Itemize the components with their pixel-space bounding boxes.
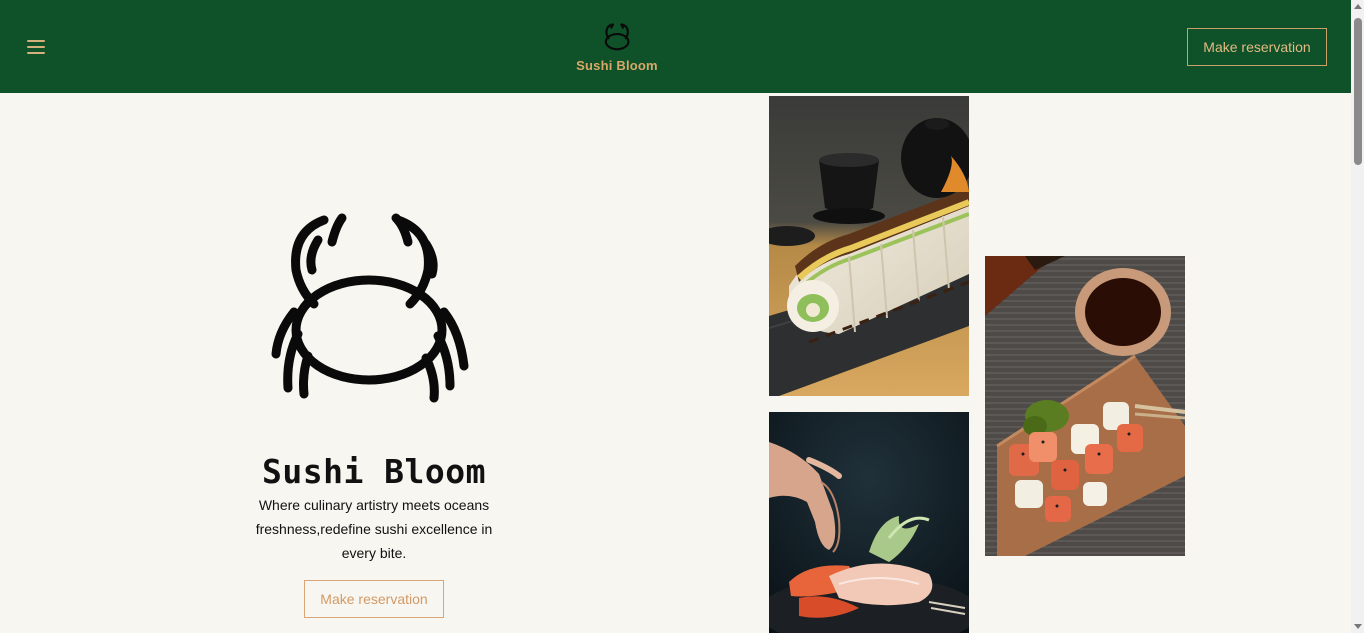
scroll-down-icon[interactable] <box>1354 624 1362 629</box>
hero-make-reservation-button[interactable]: Make reservation <box>304 580 444 618</box>
scroll-up-icon[interactable] <box>1354 4 1362 9</box>
scrollbar-thumb[interactable] <box>1354 18 1362 165</box>
hero-description: Where culinary artistry meets oceans fre… <box>255 497 493 561</box>
crab-icon <box>271 213 469 403</box>
crab-icon[interactable] <box>601 23 633 53</box>
sashimi-plating-photo <box>769 412 969 633</box>
hamburger-icon[interactable] <box>27 39 45 55</box>
salmon-rolls-photo <box>985 256 1185 556</box>
top-navbar: Sushi Bloom Make reservation <box>0 0 1351 93</box>
brand-name[interactable]: Sushi Bloom <box>560 58 674 73</box>
vertical-scrollbar[interactable] <box>1351 0 1364 633</box>
make-reservation-button[interactable]: Make reservation <box>1187 28 1327 66</box>
hero-title: Sushi Bloom <box>261 452 487 491</box>
page: Sushi Bloom Make reservation Sushi Bloom… <box>0 0 1364 633</box>
sushi-roll-photo <box>769 96 969 396</box>
